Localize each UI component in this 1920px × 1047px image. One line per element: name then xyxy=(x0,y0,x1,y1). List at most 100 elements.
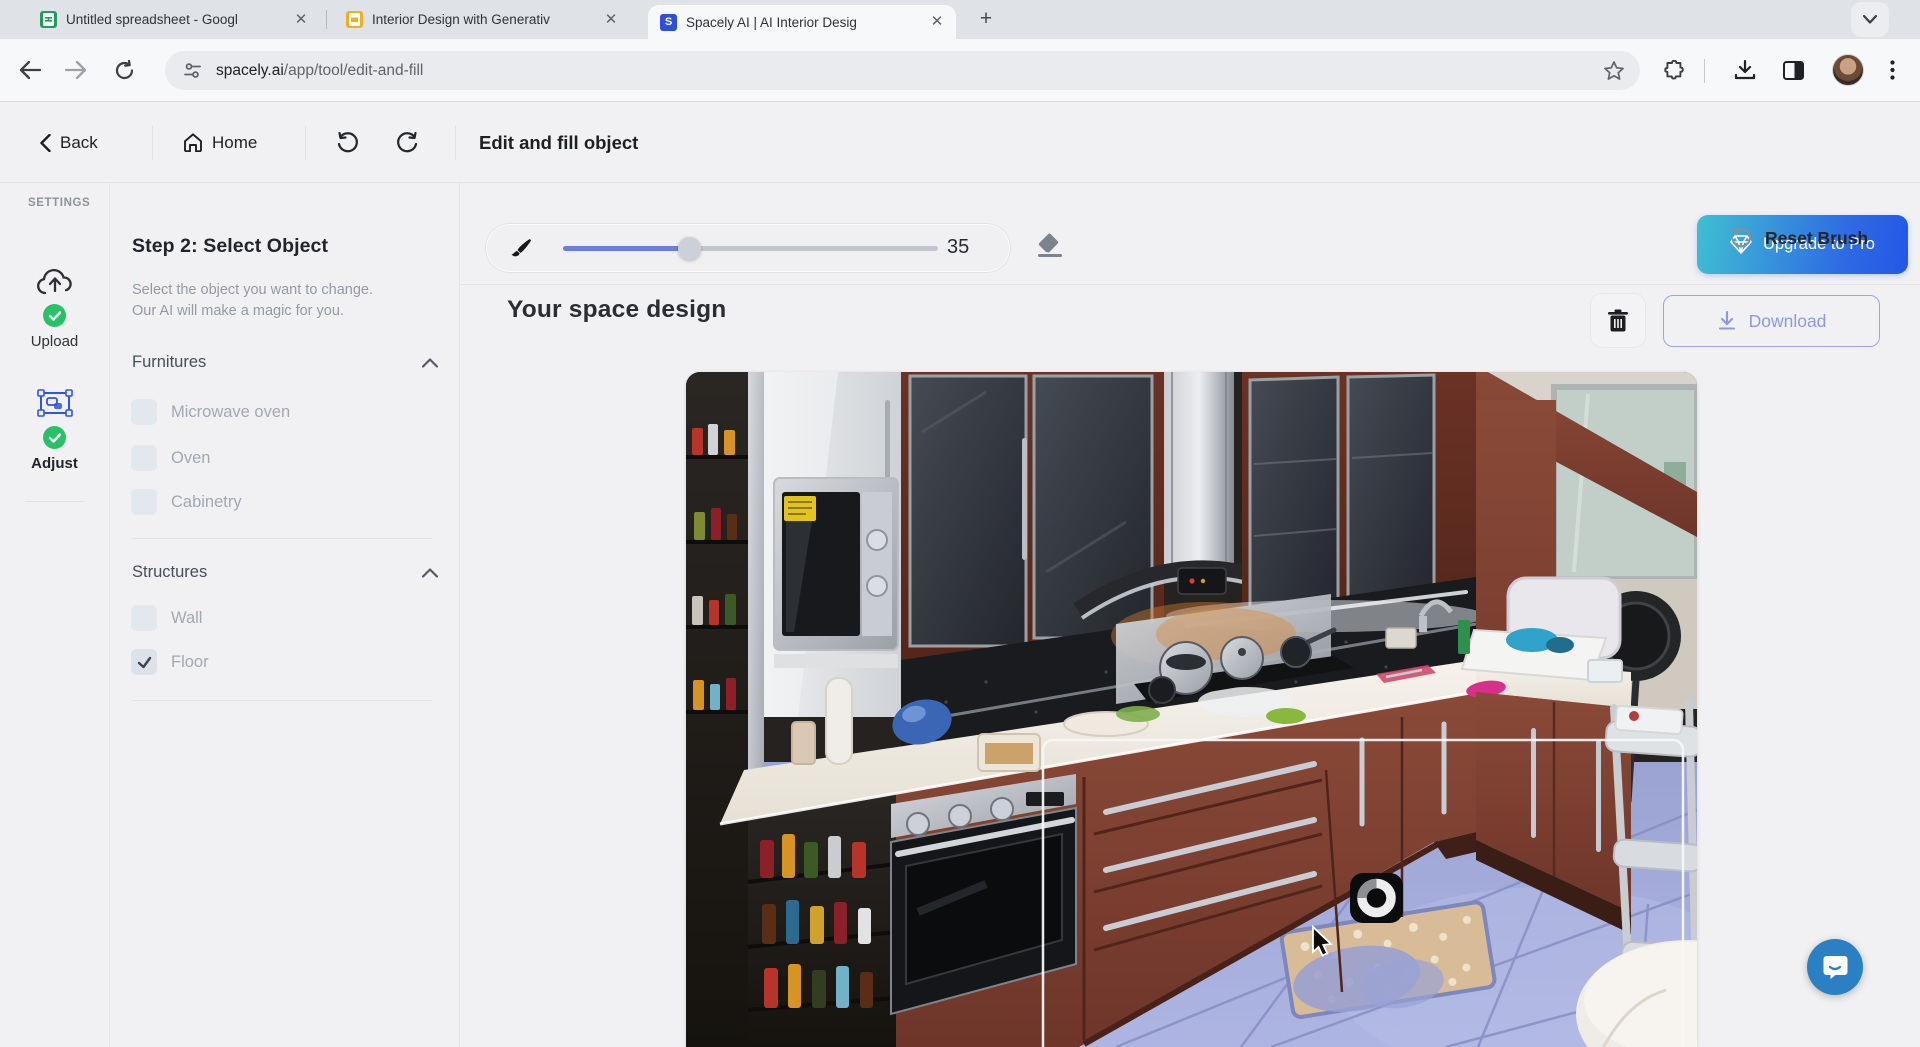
browser-tab-strip: Untitled spreadsheet - Googl ✕ Interior … xyxy=(0,0,1920,39)
microwave xyxy=(774,478,898,650)
new-tab-button[interactable]: + xyxy=(972,6,1000,34)
brush-size-slider[interactable] xyxy=(563,246,938,251)
step-label: Upload xyxy=(0,333,109,350)
download-button[interactable]: Download xyxy=(1663,295,1880,347)
step-label: Adjust xyxy=(0,455,109,472)
redo-button[interactable] xyxy=(396,102,419,183)
select-object-panel: Step 2: Select Object Select the object … xyxy=(110,183,460,1047)
checkbox-label: Oven xyxy=(171,449,210,468)
undo-icon xyxy=(336,132,359,154)
header-divider xyxy=(305,126,306,160)
design-title: Your space design xyxy=(507,296,726,324)
checkbox-row-floor[interactable]: Floor xyxy=(131,649,209,675)
checkbox-row-cabinetry[interactable]: Cabinetry xyxy=(131,489,242,515)
section-structures: Structures xyxy=(132,563,207,582)
adjust-selection-icon xyxy=(37,389,73,417)
redo-icon xyxy=(396,132,419,154)
step-upload[interactable]: Upload xyxy=(0,267,109,350)
site-settings-icon[interactable] xyxy=(183,62,202,79)
checkbox-label: Floor xyxy=(171,653,209,672)
chat-launcher-button[interactable] xyxy=(1807,939,1863,995)
download-icon xyxy=(1717,311,1737,331)
browser-menu-icon[interactable] xyxy=(1880,58,1904,82)
checkbox-row-microwave-oven[interactable]: Microwave oven xyxy=(131,399,290,425)
tab-close-icon[interactable]: ✕ xyxy=(928,13,946,31)
home-button[interactable]: Home xyxy=(183,102,257,183)
settings-label: SETTINGS xyxy=(28,197,90,209)
extensions-icon[interactable] xyxy=(1662,58,1686,82)
slider-handle[interactable] xyxy=(678,237,701,260)
profile-avatar[interactable] xyxy=(1832,54,1864,86)
brush-size-control: 35 xyxy=(486,224,1010,272)
trash-icon xyxy=(1607,309,1629,333)
page-title: Edit and fill object xyxy=(479,102,638,183)
toolbar-divider xyxy=(460,284,1920,285)
checkbox[interactable] xyxy=(131,399,157,425)
brush-icon[interactable] xyxy=(509,237,533,261)
delete-design-button[interactable] xyxy=(1590,293,1646,348)
reset-brush-label: Reset Brush xyxy=(1765,228,1868,249)
checkbox-label: Cabinetry xyxy=(171,493,242,512)
reset-brush-button[interactable]: Reset Brush xyxy=(1730,228,1868,249)
home-label: Home xyxy=(212,133,257,153)
tab-close-icon[interactable]: ✕ xyxy=(292,11,310,29)
checkbox-row-oven[interactable]: Oven xyxy=(131,445,210,471)
tab-google-slides[interactable]: Interior Design with Generativ ✕ xyxy=(334,0,630,39)
reset-icon xyxy=(1730,228,1752,249)
bookmark-star-icon[interactable] xyxy=(1604,61,1624,80)
tab-label: Untitled spreadsheet - Googl xyxy=(66,12,283,27)
toolbar-divider xyxy=(1704,59,1705,83)
tab-google-sheets[interactable]: Untitled spreadsheet - Googl ✕ xyxy=(28,0,320,39)
tab-divider xyxy=(326,10,327,29)
chevron-left-icon xyxy=(40,134,51,152)
header-divider xyxy=(455,126,456,160)
kitchen-photo xyxy=(686,372,1697,1047)
section-divider xyxy=(132,700,432,701)
google-slides-favicon xyxy=(346,11,363,28)
checkbox[interactable] xyxy=(131,489,157,515)
tab-label: Interior Design with Generativ xyxy=(372,12,593,27)
download-label: Download xyxy=(1749,311,1827,332)
url-path: /app/tool/edit-and-fill xyxy=(284,62,424,79)
checkbox[interactable] xyxy=(131,649,157,675)
downloads-icon[interactable] xyxy=(1733,58,1757,82)
side-panel-icon[interactable] xyxy=(1781,58,1805,82)
back-label: Back xyxy=(60,133,98,153)
app-header: Back Home Edit and fill object Upgrade t… xyxy=(0,102,1920,183)
cloud-upload-icon xyxy=(35,267,75,295)
tab-spacely-active[interactable]: S Spacely AI | AI Interior Desig ✕ xyxy=(648,5,956,39)
back-button[interactable]: Back xyxy=(40,102,98,183)
section-divider xyxy=(132,538,432,539)
home-icon xyxy=(183,133,203,152)
undo-button[interactable] xyxy=(336,102,359,183)
tab-close-icon[interactable]: ✕ xyxy=(602,11,620,29)
checkbox[interactable] xyxy=(131,605,157,631)
checkbox-label: Wall xyxy=(171,609,202,628)
url-text[interactable]: spacely.ai/app/tool/edit-and-fill xyxy=(216,62,423,80)
chevron-down-icon xyxy=(1863,15,1877,24)
url-host: spacely.ai xyxy=(216,62,284,79)
rail-divider xyxy=(25,501,85,502)
browser-reload-icon[interactable] xyxy=(112,58,136,82)
eraser-icon[interactable] xyxy=(1036,232,1064,260)
spacely-favicon: S xyxy=(660,14,677,31)
collapse-chevron-icon[interactable] xyxy=(422,358,438,368)
design-canvas[interactable] xyxy=(686,372,1697,1047)
settings-rail: SETTINGS Upload Adjust xyxy=(0,183,110,1047)
chat-bubble-icon xyxy=(1822,954,1848,980)
google-sheets-favicon xyxy=(40,11,57,28)
checkbox-row-wall[interactable]: Wall xyxy=(131,605,202,631)
collapse-chevron-icon[interactable] xyxy=(422,568,438,578)
tab-label: Spacely AI | AI Interior Desig xyxy=(686,15,919,30)
browser-back-icon[interactable] xyxy=(18,58,42,82)
loading-spinner xyxy=(1350,873,1403,923)
browser-forward-icon[interactable] xyxy=(64,58,88,82)
step-adjust[interactable]: Adjust xyxy=(0,389,109,472)
upload-done-badge xyxy=(43,304,66,327)
adjust-done-badge xyxy=(43,426,66,449)
brush-size-value: 35 xyxy=(947,236,997,259)
slider-fill xyxy=(563,246,690,251)
tab-search-button[interactable] xyxy=(1851,2,1889,37)
address-bar[interactable]: spacely.ai/app/tool/edit-and-fill xyxy=(165,51,1640,90)
checkbox[interactable] xyxy=(131,445,157,471)
